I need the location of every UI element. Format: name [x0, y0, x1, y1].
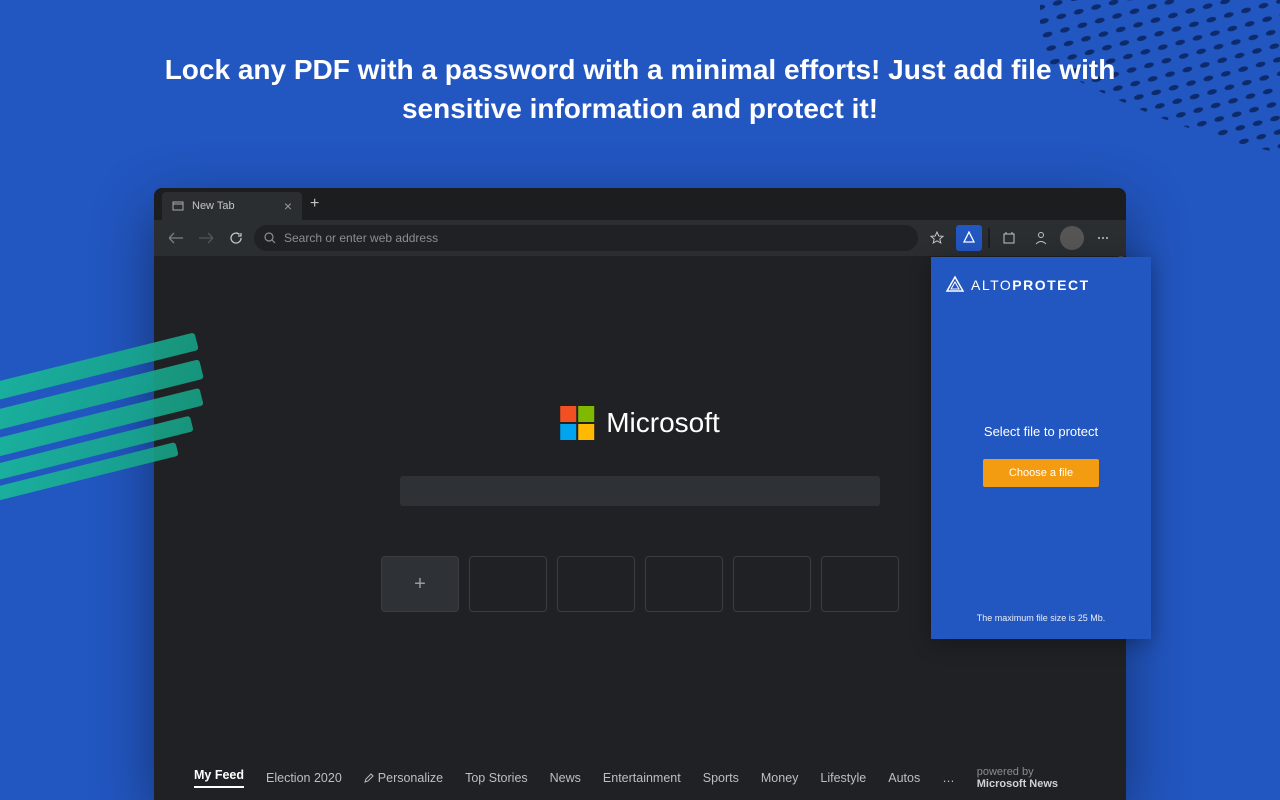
search-icon [264, 232, 276, 244]
quick-link-tile[interactable] [821, 556, 899, 612]
toolbar: Search or enter web address [154, 220, 1126, 256]
tab-favicon [172, 200, 184, 212]
microsoft-logo: Microsoft [560, 406, 720, 440]
extension-icon[interactable] [956, 225, 982, 251]
altoprotect-logo-icon [945, 275, 965, 295]
profile-icon[interactable] [1028, 225, 1054, 251]
extension-popup: ALTOPROTECT Select file to protect Choos… [931, 257, 1151, 639]
hero-headline: Lock any PDF with a password with a mini… [0, 0, 1280, 158]
new-tab-button[interactable]: + [310, 196, 319, 212]
feed-tab-money[interactable]: Money [761, 771, 799, 785]
browser-tab[interactable]: New Tab × [162, 192, 302, 220]
choose-file-button[interactable]: Choose a file [983, 459, 1099, 487]
refresh-button[interactable] [224, 226, 248, 250]
feed-tab-personalize[interactable]: Personalize [364, 771, 443, 785]
feed-nav: My Feed Election 2020 Personalize Top St… [154, 756, 1126, 800]
feed-tab-news[interactable]: News [550, 771, 581, 785]
collections-icon[interactable] [996, 225, 1022, 251]
popup-header: ALTOPROTECT [931, 257, 1151, 313]
feed-more-icon[interactable]: … [942, 771, 955, 785]
feed-tab-top-stories[interactable]: Top Stories [465, 771, 528, 785]
pencil-icon [364, 773, 374, 783]
forward-button[interactable] [194, 226, 218, 250]
feed-tab-lifestyle[interactable]: Lifestyle [820, 771, 866, 785]
tab-label: New Tab [192, 200, 235, 212]
back-button[interactable] [164, 226, 188, 250]
user-avatar[interactable] [1060, 226, 1084, 250]
address-placeholder: Search or enter web address [284, 231, 438, 245]
feed-tab-sports[interactable]: Sports [703, 771, 739, 785]
menu-icon[interactable] [1090, 225, 1116, 251]
popup-brand: ALTOPROTECT [971, 277, 1090, 293]
quick-link-tile[interactable] [645, 556, 723, 612]
microsoft-wordmark: Microsoft [606, 407, 720, 439]
feed-tab-autos[interactable]: Autos [888, 771, 920, 785]
microsoft-tiles-icon [560, 406, 594, 440]
popup-title: Select file to protect [984, 424, 1098, 439]
quick-link-tile[interactable] [469, 556, 547, 612]
popup-body: Select file to protect Choose a file [931, 313, 1151, 597]
feed-tab-my-feed[interactable]: My Feed [194, 768, 244, 788]
powered-by-label: powered by Microsoft News [977, 766, 1086, 790]
quick-links-row: + [381, 556, 899, 612]
separator [988, 228, 990, 248]
quick-link-tile[interactable] [733, 556, 811, 612]
close-tab-icon[interactable]: × [284, 199, 292, 213]
quick-link-tile[interactable] [557, 556, 635, 612]
favorite-icon[interactable] [924, 225, 950, 251]
tab-bar: New Tab × + [154, 188, 1126, 220]
add-quick-link-tile[interactable]: + [381, 556, 459, 612]
ntp-search-box[interactable] [400, 476, 880, 506]
address-bar[interactable]: Search or enter web address [254, 225, 918, 251]
feed-tab-election[interactable]: Election 2020 [266, 771, 342, 785]
popup-footer-note: The maximum file size is 25 Mb. [931, 597, 1151, 639]
feed-tab-entertainment[interactable]: Entertainment [603, 771, 681, 785]
